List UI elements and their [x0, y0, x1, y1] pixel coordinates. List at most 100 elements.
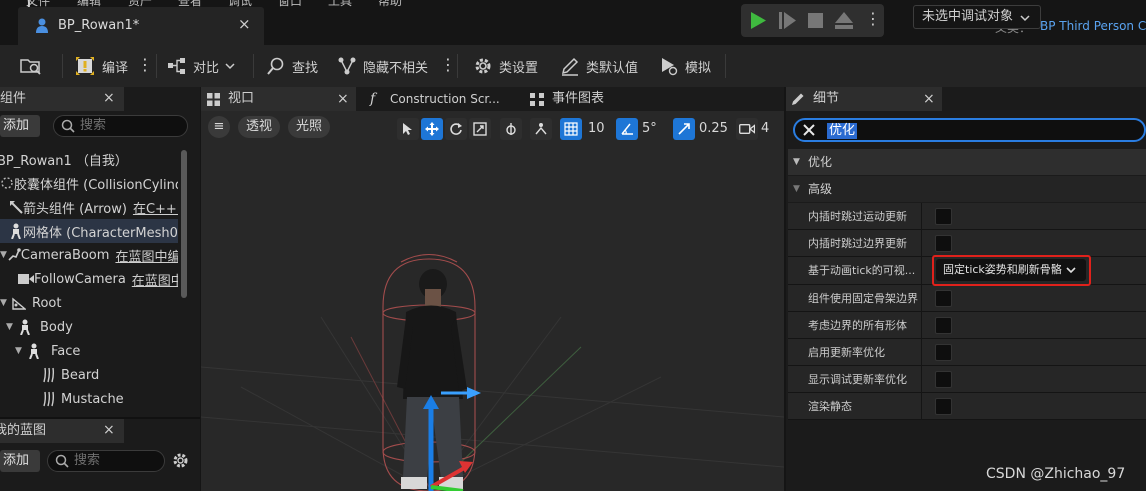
viewport-panel[interactable]	[201, 87, 784, 491]
scale-snap-value[interactable]: 0.25	[699, 118, 728, 140]
native-component-link[interactable]: 在C++中	[133, 198, 178, 217]
pencil-icon	[560, 56, 580, 76]
compile-options-icon[interactable]: ⋮	[137, 55, 153, 75]
property-checkbox[interactable]	[935, 208, 952, 225]
subcategory-advanced[interactable]: ▼ 高级	[788, 176, 1146, 202]
select-mode-button[interactable]	[397, 118, 419, 140]
column-divider[interactable]	[921, 285, 922, 312]
details-search-input[interactable]: 优化	[793, 118, 1146, 142]
components-search-input[interactable]: 搜索	[53, 115, 188, 137]
rotation-snap-value[interactable]: 5°	[642, 118, 657, 140]
simulate-button[interactable]: 模拟	[659, 45, 711, 87]
lit-mode-button[interactable]: 光照	[288, 116, 330, 138]
menu-item-window[interactable]: 窗口	[278, 0, 302, 7]
viewport-menu-button[interactable]: ≡	[208, 116, 230, 138]
tab-event-graph[interactable]: 事件图表	[527, 87, 647, 111]
camera-speed-button[interactable]	[736, 118, 758, 140]
blueprint-search-input[interactable]: 搜索	[47, 450, 165, 472]
edit-in-blueprint-link[interactable]: 在蓝图中编	[115, 246, 178, 265]
tree-item-capsule[interactable]: 胶囊体组件 (CollisionCylind	[0, 171, 178, 195]
column-divider[interactable]	[921, 312, 922, 339]
play-controls: ⋮	[741, 4, 884, 37]
tree-item-arrow[interactable]: 箭头组件 (Arrow) 在C++中	[0, 195, 178, 219]
expand-triangle-icon[interactable]: ▼	[0, 250, 7, 260]
menu-item-edit[interactable]: 编辑	[77, 0, 101, 7]
compile-button[interactable]: 编译	[74, 45, 128, 87]
class-settings-button[interactable]: 类设置	[473, 45, 538, 87]
play-options-icon[interactable]: ⋮	[865, 9, 881, 28]
property-row: 组件使用固定骨架边界	[788, 285, 1146, 312]
column-divider[interactable]	[921, 230, 922, 257]
property-checkbox[interactable]	[935, 317, 952, 334]
tree-item-mustache[interactable]: Mustache	[0, 387, 178, 411]
tree-item-mesh[interactable]: 网格体 (CharacterMesh0)	[0, 219, 178, 243]
menu-item-debug[interactable]: 调试	[228, 0, 252, 7]
property-checkbox[interactable]	[935, 290, 952, 307]
scale-mode-button[interactable]	[469, 118, 491, 140]
blueprint-document-tab[interactable]: BP_Rowan1* ×	[18, 7, 264, 45]
add-component-button[interactable]: 添加	[0, 115, 40, 137]
tree-item-self[interactable]: BP_Rowan1 （自我）	[0, 147, 178, 171]
column-divider[interactable]	[921, 339, 922, 366]
close-icon[interactable]: ×	[337, 87, 349, 111]
gear-icon[interactable]	[172, 452, 189, 469]
surface-snap-button[interactable]	[530, 118, 552, 140]
close-icon[interactable]: ×	[103, 90, 115, 106]
details-search-value: 优化	[827, 123, 858, 139]
tree-item-body[interactable]: ▼ Body	[0, 315, 178, 339]
play-icon[interactable]	[750, 12, 767, 29]
hide-unrelated-options-icon[interactable]: ⋮	[440, 55, 456, 75]
browse-button[interactable]	[20, 45, 42, 87]
perspective-button[interactable]: 透视	[238, 116, 280, 138]
column-divider[interactable]	[921, 366, 922, 393]
column-divider[interactable]	[921, 393, 922, 420]
add-blueprint-item-button[interactable]: 添加	[0, 450, 40, 472]
eject-icon[interactable]	[835, 12, 853, 29]
tree-item-face[interactable]: ▼ Face	[0, 339, 178, 363]
tab-construction-script-label: Construction Scr...	[390, 92, 500, 106]
scale-snap-toggle[interactable]	[673, 118, 695, 140]
menu-item-tools[interactable]: 工具	[328, 0, 352, 7]
property-checkbox[interactable]	[935, 344, 952, 361]
expand-triangle-icon[interactable]: ▼	[6, 322, 18, 332]
camera-speed-value[interactable]: 4	[761, 118, 769, 140]
column-divider[interactable]	[921, 203, 922, 230]
details-tab[interactable]: 细节 ×	[786, 87, 942, 111]
grid-snap-toggle[interactable]	[560, 118, 582, 140]
stop-icon[interactable]	[808, 13, 823, 28]
tab-viewport[interactable]: 视口 ×	[201, 87, 356, 111]
clear-search-icon[interactable]	[801, 122, 817, 138]
expand-triangle-icon[interactable]: ▼	[15, 346, 27, 356]
find-button[interactable]: 查找	[266, 45, 318, 87]
components-scrollbar[interactable]	[181, 150, 187, 298]
property-checkbox[interactable]	[935, 235, 952, 252]
translate-mode-button[interactable]	[421, 118, 443, 140]
diff-button[interactable]: 对比	[167, 45, 235, 87]
tree-item-beard[interactable]: Beard	[0, 363, 178, 387]
menu-item-asset[interactable]: 资产	[128, 0, 152, 7]
close-icon[interactable]: ×	[103, 422, 115, 438]
coordinate-system-button[interactable]	[500, 118, 522, 140]
close-icon[interactable]: ×	[923, 87, 935, 111]
edit-in-blueprint-link[interactable]: 在蓝图中	[132, 270, 178, 289]
grid-snap-value[interactable]: 10	[588, 118, 605, 140]
tree-item-cameraboom[interactable]: ▼ CameraBoom 在蓝图中编	[0, 243, 178, 267]
rotation-snap-toggle[interactable]	[616, 118, 638, 140]
tree-item-root[interactable]: ▼ Root	[0, 291, 178, 315]
debug-target-select[interactable]: 未选中调试对象	[913, 5, 1041, 29]
rotate-mode-button[interactable]	[445, 118, 467, 140]
expand-triangle-icon[interactable]: ▼	[0, 298, 12, 308]
menu-item-help[interactable]: 帮助	[378, 0, 402, 7]
tree-item-followcamera[interactable]: FollowCamera 在蓝图中	[0, 267, 178, 291]
parent-class-link[interactable]: BP Third Person Ch	[1040, 19, 1146, 33]
tab-construction-script[interactable]: f Construction Scr...	[364, 87, 519, 111]
property-checkbox[interactable]	[935, 398, 952, 415]
category-optimization[interactable]: ▼ 优化	[788, 149, 1146, 175]
class-defaults-button[interactable]: 类默认值	[560, 45, 638, 87]
frame-skip-icon[interactable]	[779, 12, 796, 29]
property-checkbox[interactable]	[935, 371, 952, 388]
hide-unrelated-button[interactable]: 隐藏不相关	[337, 45, 428, 87]
menu-item-view[interactable]: 查看	[178, 0, 202, 7]
tab-close-icon[interactable]: ×	[238, 15, 251, 33]
column-divider[interactable]	[921, 257, 922, 284]
